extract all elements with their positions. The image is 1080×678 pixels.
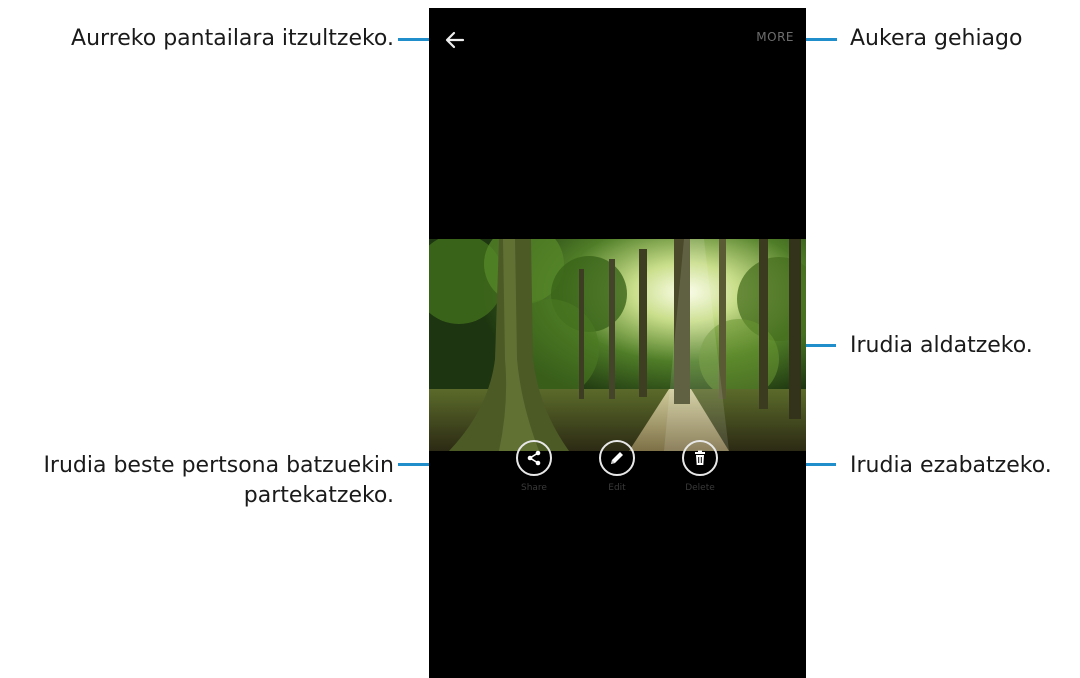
- manual-figure: Aurreko pantailara itzultzeko. Irudia be…: [0, 0, 1080, 678]
- delete-label: Delete: [685, 483, 715, 493]
- edit-label: Edit: [608, 483, 626, 493]
- share-icon: [527, 450, 541, 466]
- annotation-back: Aurreko pantailara itzultzeko.: [71, 26, 394, 51]
- annotation-delete: Irudia ezabatzeko.: [850, 453, 1052, 478]
- phone-screen: MORE Share Edit Delete: [429, 8, 806, 678]
- back-button[interactable]: [441, 26, 469, 54]
- delete-circle: [682, 440, 718, 476]
- share-label: Share: [521, 483, 547, 493]
- forest-image: [429, 239, 806, 451]
- more-options-button[interactable]: MORE: [756, 30, 794, 44]
- delete-button[interactable]: Delete: [670, 440, 730, 494]
- share-button[interactable]: Share: [504, 440, 564, 494]
- forest-photo[interactable]: [429, 239, 806, 451]
- trash-icon: [695, 450, 705, 465]
- back-arrow-icon: [445, 31, 465, 49]
- annotation-share-line2: partekatzeko.: [243, 483, 394, 508]
- annotation-edit: Irudia aldatzeko.: [850, 333, 1033, 358]
- share-circle: [516, 440, 552, 476]
- annotation-more: Aukera gehiago: [850, 26, 1023, 51]
- edit-button[interactable]: Edit: [587, 440, 647, 494]
- edit-circle: [599, 440, 635, 476]
- pencil-icon: [611, 452, 623, 464]
- annotation-share-line1: Irudia beste pertsona batzuekin: [43, 453, 394, 478]
